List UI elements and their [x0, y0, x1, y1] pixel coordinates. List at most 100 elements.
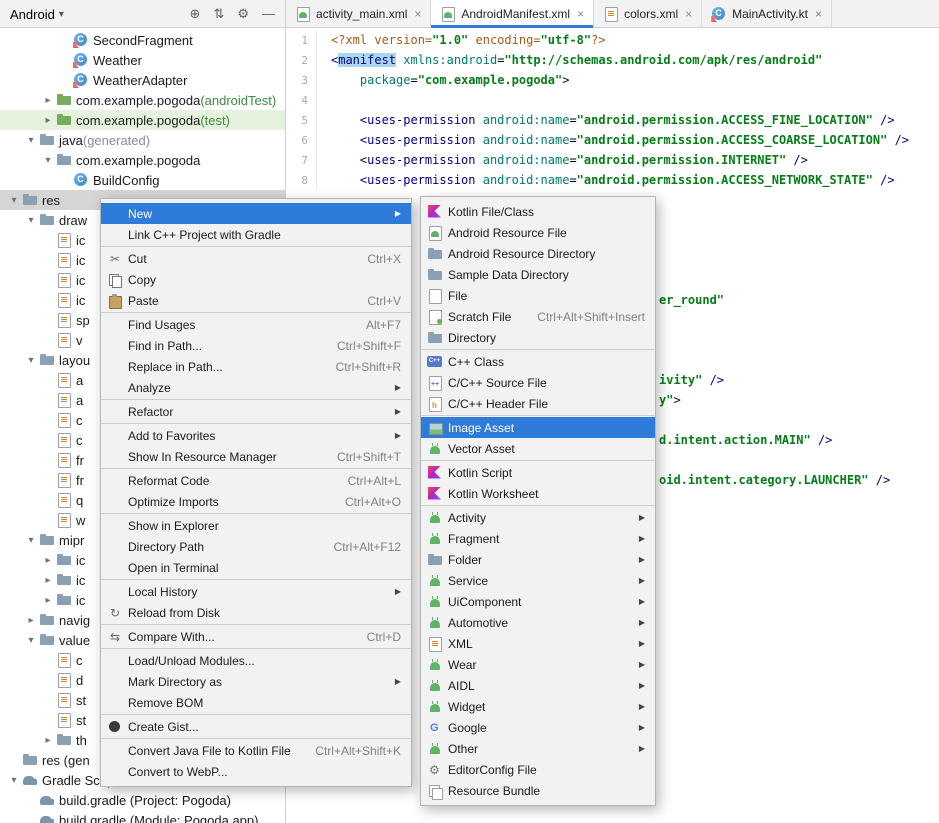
tree-item-buildconfig[interactable]: BuildConfig	[0, 170, 285, 190]
refresh-icon: ↻	[107, 605, 123, 621]
chevron-right-icon[interactable]: ▸	[40, 735, 56, 746]
menu-item-other[interactable]: Other▶	[421, 738, 655, 759]
menu-item-c-c-source-file[interactable]: C/C++ Source File	[421, 372, 655, 393]
menu-item-find-usages[interactable]: Find UsagesAlt+F7	[101, 314, 411, 335]
chevron-down-icon[interactable]: ▾	[23, 635, 39, 646]
menu-item-c-c-header-file[interactable]: C/C++ Header File	[421, 393, 655, 414]
submenu-arrow-icon: ▶	[617, 618, 645, 627]
menu-item-refactor[interactable]: Refactor▶	[101, 401, 411, 422]
menu-item-image-asset[interactable]: Image Asset	[421, 417, 655, 438]
menu-item-reload-from-disk[interactable]: ↻Reload from Disk	[101, 602, 411, 623]
chevron-down-icon[interactable]: ▾	[23, 535, 39, 546]
close-icon[interactable]: ×	[414, 7, 421, 21]
menu-item-scratch-file[interactable]: Scratch FileCtrl+Alt+Shift+Insert	[421, 306, 655, 327]
chevron-right-icon[interactable]: ▸	[40, 115, 56, 126]
menu-item-open-in-terminal[interactable]: Open in Terminal	[101, 557, 411, 578]
menu-item-resource-bundle[interactable]: Resource Bundle	[421, 780, 655, 801]
menu-item-optimize-imports[interactable]: Optimize ImportsCtrl+Alt+O	[101, 491, 411, 512]
tab-colors-xml[interactable]: colors.xml×	[594, 0, 702, 28]
menu-item-directory-path[interactable]: Directory PathCtrl+Alt+F12	[101, 536, 411, 557]
menu-item-add-to-favorites[interactable]: Add to Favorites▶	[101, 425, 411, 446]
menu-item-folder[interactable]: Folder▶	[421, 549, 655, 570]
menu-item-uicomponent[interactable]: UiComponent▶	[421, 591, 655, 612]
menu-item-aidl[interactable]: AIDL▶	[421, 675, 655, 696]
menu-item-fragment[interactable]: Fragment▶	[421, 528, 655, 549]
menu-item-new[interactable]: New▶	[101, 203, 411, 224]
menu-item-google[interactable]: Google▶	[421, 717, 655, 738]
menu-item-xml[interactable]: XML▶	[421, 633, 655, 654]
menu-item-wear[interactable]: Wear▶	[421, 654, 655, 675]
tree-item-com-example-pogoda[interactable]: ▾com.example.pogoda	[0, 150, 285, 170]
menu-item-cut[interactable]: ✂CutCtrl+X	[101, 248, 411, 269]
menu-item-sample-data-directory[interactable]: Sample Data Directory	[421, 264, 655, 285]
close-icon[interactable]: ×	[577, 7, 584, 21]
menu-item-activity[interactable]: Activity▶	[421, 507, 655, 528]
tree-item-build-gradle-module-pogoda-app[interactable]: build.gradle (Module: Pogoda.app)	[0, 810, 285, 823]
locate-icon[interactable]: ⊕	[190, 0, 201, 28]
tree-item-com-example-pogoda[interactable]: ▸com.example.pogoda (androidTest)	[0, 90, 285, 110]
cpp-header-icon	[427, 396, 443, 412]
menu-item-remove-bom[interactable]: Remove BOM	[101, 692, 411, 713]
hide-icon[interactable]: —	[262, 0, 275, 28]
menu-item-android-resource-directory[interactable]: Android Resource Directory	[421, 243, 655, 264]
tab-androidmanifest-xml[interactable]: AndroidManifest.xml×	[431, 0, 594, 28]
chevron-right-icon[interactable]: ▸	[40, 595, 56, 606]
gear-icon[interactable]: ⚙	[237, 0, 249, 28]
submenu-arrow-icon: ▶	[617, 576, 645, 585]
chevron-down-icon[interactable]: ▾	[6, 775, 22, 786]
tab-mainactivity-kt[interactable]: MainActivity.kt×	[702, 0, 832, 28]
swap-icon[interactable]: ⇅	[213, 0, 224, 28]
chevron-right-icon[interactable]: ▸	[40, 575, 56, 586]
menu-item-show-in-explorer[interactable]: Show in Explorer	[101, 515, 411, 536]
menu-item-file[interactable]: File	[421, 285, 655, 306]
menu-item-replace-in-path[interactable]: Replace in Path...Ctrl+Shift+R	[101, 356, 411, 377]
chevron-down-icon[interactable]: ▾	[23, 215, 39, 226]
menu-item-automotive[interactable]: Automotive▶	[421, 612, 655, 633]
close-icon[interactable]: ×	[685, 7, 692, 21]
tree-item-weather[interactable]: Weather	[0, 50, 285, 70]
chevron-down-icon[interactable]: ▾	[40, 155, 56, 166]
chevron-down-icon[interactable]: ▾	[23, 135, 39, 146]
menu-item-compare-with[interactable]: ⇆Compare With...Ctrl+D	[101, 626, 411, 647]
menu-item-local-history[interactable]: Local History▶	[101, 581, 411, 602]
tree-item-build-gradle-project-pogoda[interactable]: build.gradle (Project: Pogoda)	[0, 790, 285, 810]
menu-item-kotlin-worksheet[interactable]: Kotlin Worksheet	[421, 483, 655, 504]
menu-item-kotlin-file-class[interactable]: Kotlin File/Class	[421, 201, 655, 222]
menu-item-c-class[interactable]: C++ Class	[421, 351, 655, 372]
menu-item-paste[interactable]: PasteCtrl+V	[101, 290, 411, 311]
menu-item-analyze[interactable]: Analyze▶	[101, 377, 411, 398]
menu-item-find-in-path[interactable]: Find in Path...Ctrl+Shift+F	[101, 335, 411, 356]
project-view-selector[interactable]: Android ▾	[10, 7, 64, 22]
menu-item-vector-asset[interactable]: Vector Asset	[421, 438, 655, 459]
tree-item-secondfragment[interactable]: SecondFragment	[0, 30, 285, 50]
menu-item-widget[interactable]: Widget▶	[421, 696, 655, 717]
menu-item-kotlin-script[interactable]: Kotlin Script	[421, 462, 655, 483]
chevron-right-icon[interactable]: ▸	[40, 95, 56, 106]
menu-item-editorconfig-file[interactable]: EditorConfig File	[421, 759, 655, 780]
menu-item-convert-java-file-to-kotlin-file[interactable]: Convert Java File to Kotlin FileCtrl+Alt…	[101, 740, 411, 761]
menu-item-service[interactable]: Service▶	[421, 570, 655, 591]
menu-item-android-resource-file[interactable]: Android Resource File	[421, 222, 655, 243]
tree-item-java[interactable]: ▾java (generated)	[0, 130, 285, 150]
menu-shortcut: Ctrl+Alt+F12	[312, 540, 401, 554]
menu-item-directory[interactable]: Directory	[421, 327, 655, 348]
close-icon[interactable]: ×	[815, 7, 822, 21]
xml-file-icon	[56, 312, 72, 328]
tab-activity-main-xml[interactable]: activity_main.xml ×	[286, 0, 431, 28]
menu-item-reformat-code[interactable]: Reformat CodeCtrl+Alt+L	[101, 470, 411, 491]
menu-item-copy[interactable]: Copy	[101, 269, 411, 290]
menu-item-link-c-project-with-gradle[interactable]: Link C++ Project with Gradle	[101, 224, 411, 245]
menu-icon-spacer	[107, 317, 123, 333]
chevron-down-icon[interactable]: ▾	[6, 195, 22, 206]
tab-label: activity_main.xml	[316, 7, 407, 21]
menu-item-show-in-resource-manager[interactable]: Show In Resource ManagerCtrl+Shift+T	[101, 446, 411, 467]
chevron-right-icon[interactable]: ▸	[40, 555, 56, 566]
tree-item-weatheradapter[interactable]: WeatherAdapter	[0, 70, 285, 90]
menu-item-load-unload-modules[interactable]: Load/Unload Modules...	[101, 650, 411, 671]
chevron-right-icon[interactable]: ▸	[23, 615, 39, 626]
menu-item-convert-to-webp[interactable]: Convert to WebP...	[101, 761, 411, 782]
chevron-down-icon[interactable]: ▾	[23, 355, 39, 366]
menu-item-mark-directory-as[interactable]: Mark Directory as▶	[101, 671, 411, 692]
tree-item-com-example-pogoda[interactable]: ▸com.example.pogoda (test)	[0, 110, 285, 130]
menu-item-create-gist[interactable]: Create Gist...	[101, 716, 411, 737]
